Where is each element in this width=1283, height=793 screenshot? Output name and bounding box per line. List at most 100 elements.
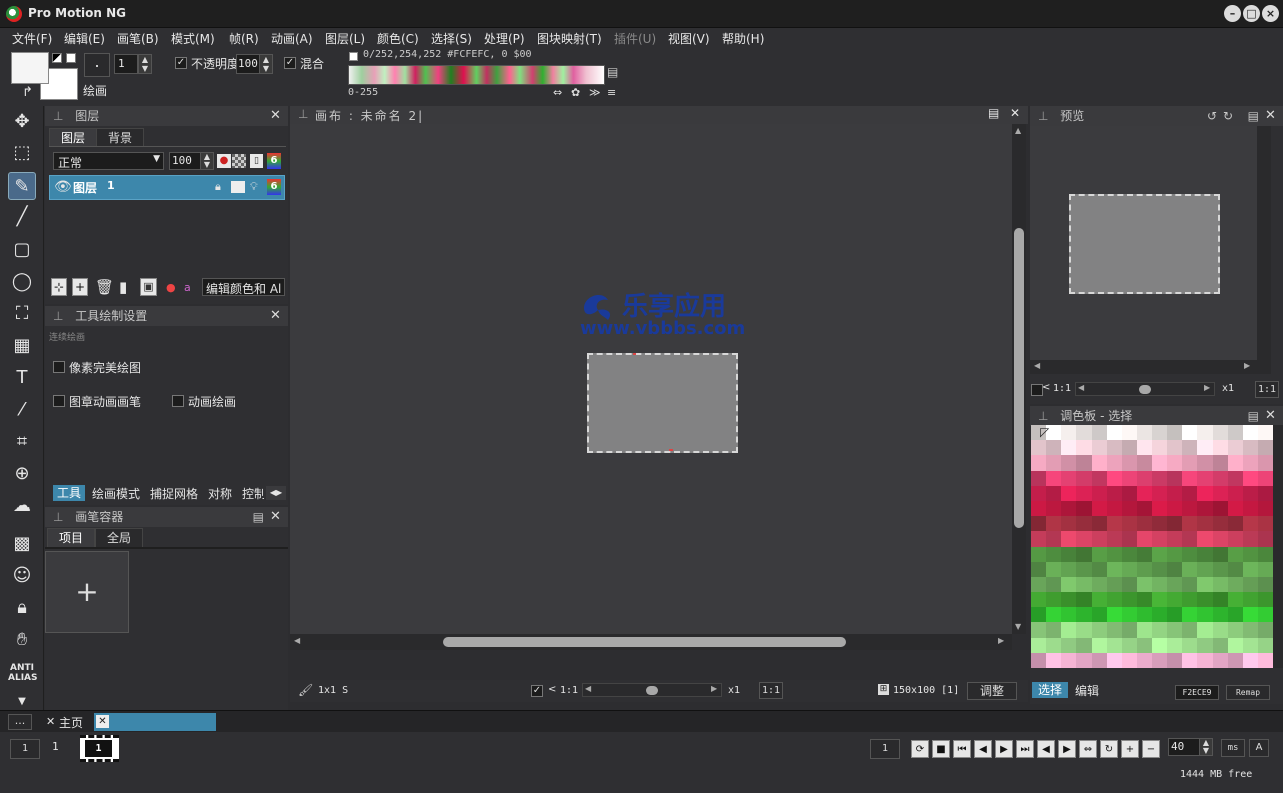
- palette-swatch[interactable]: [1167, 622, 1183, 638]
- palette-swatch[interactable]: [1136, 455, 1152, 471]
- panel-menu-icon[interactable]: ▤: [253, 507, 264, 527]
- menu-layer[interactable]: 图层(L): [325, 30, 365, 47]
- palette-swatch[interactable]: [1121, 531, 1137, 547]
- palette-swatch[interactable]: [1227, 455, 1243, 471]
- preview-zoom-slider[interactable]: ◀ ▶: [1075, 382, 1215, 396]
- pin-icon[interactable]: ⊥: [298, 107, 308, 121]
- palette-swatch[interactable]: [1212, 592, 1228, 608]
- palette-swatch[interactable]: [1257, 485, 1273, 501]
- start-frame-button[interactable]: 1: [10, 739, 40, 759]
- palette-swatch[interactable]: [1061, 516, 1077, 532]
- palette-swatch[interactable]: [1257, 440, 1273, 456]
- palette-swatch[interactable]: [1182, 546, 1198, 562]
- palette-swatch[interactable]: [1076, 531, 1092, 547]
- palette-swatch[interactable]: [1182, 652, 1198, 668]
- palette-swatch[interactable]: [1136, 425, 1152, 441]
- palette-swatch[interactable]: [1076, 576, 1092, 593]
- layer-opacity-spinner[interactable]: ▲ ▼: [200, 152, 214, 170]
- palette-swatch[interactable]: [1197, 546, 1213, 562]
- frame-thumbnail[interactable]: 1: [80, 735, 119, 762]
- palette-swatch[interactable]: [1121, 637, 1137, 653]
- palette-swatch[interactable]: [1212, 622, 1228, 638]
- maximize-icon[interactable]: □: [1243, 5, 1260, 22]
- palette-swatch[interactable]: [1091, 500, 1107, 517]
- palette-swatch[interactable]: [1152, 622, 1168, 638]
- palette-swatch[interactable]: [1121, 607, 1137, 623]
- palette-swatch[interactable]: [1197, 455, 1213, 471]
- palette-swatch[interactable]: [1212, 470, 1228, 486]
- menu-tilemap[interactable]: 图块映射(T): [537, 30, 602, 47]
- palette-swatch[interactable]: [1257, 652, 1273, 668]
- palette-swatch[interactable]: [1242, 470, 1258, 486]
- menu-view[interactable]: 视图(V): [668, 30, 710, 47]
- opacity-input[interactable]: 100: [236, 54, 260, 74]
- palette-swatch[interactable]: [1242, 561, 1258, 577]
- palette-swatch[interactable]: [1136, 531, 1152, 547]
- palette-swatch[interactable]: [1136, 622, 1152, 638]
- layer-opacity-input[interactable]: 100: [169, 152, 201, 170]
- palette-swatch[interactable]: [1091, 576, 1107, 593]
- palette-swatch[interactable]: [1227, 561, 1243, 577]
- opaque-checkbox[interactable]: ✓: [175, 57, 187, 69]
- frame-delay-spinner[interactable]: ▲ ▼: [1199, 738, 1213, 756]
- ping-pong-icon[interactable]: ⇔: [1079, 740, 1097, 758]
- loop-icon[interactable]: ⟳: [911, 740, 929, 758]
- palette-swatch[interactable]: [1257, 470, 1273, 486]
- palette-scrollbar[interactable]: [1273, 425, 1283, 668]
- palette-swatch[interactable]: [1242, 531, 1258, 547]
- palette-swatch[interactable]: [1091, 470, 1107, 486]
- palette-swatch[interactable]: [1182, 531, 1198, 547]
- palette-swatch[interactable]: [1046, 485, 1062, 501]
- palette-swatch[interactable]: [1167, 546, 1183, 562]
- palette-swatch[interactable]: [1212, 531, 1228, 547]
- palette-swatch[interactable]: [1152, 531, 1168, 547]
- layer-row[interactable]: 👁︎ 图层 1 🔒︎ 💡︎ 6: [49, 175, 285, 200]
- fill-tool-icon[interactable]: ⛶: [8, 300, 36, 328]
- palette-swatch[interactable]: [1182, 470, 1198, 486]
- palette-swatch[interactable]: [1091, 440, 1107, 456]
- palette-swatch[interactable]: [1106, 455, 1122, 471]
- palette-swatch[interactable]: [1257, 500, 1273, 517]
- rgb-icon[interactable]: ●: [166, 281, 176, 294]
- pixel-perfect-checkbox[interactable]: [53, 361, 65, 373]
- palette-swatch[interactable]: [1046, 500, 1062, 517]
- adjust-button[interactable]: 调整: [967, 682, 1017, 700]
- palette-swatch[interactable]: [1227, 607, 1243, 623]
- palette-swatch[interactable]: [1046, 516, 1062, 532]
- palette-swatch[interactable]: [1076, 637, 1092, 653]
- preview-menu-icon[interactable]: ▤: [1248, 106, 1259, 126]
- palette-swatch[interactable]: [1242, 592, 1258, 608]
- palette-swatch[interactable]: [1197, 622, 1213, 638]
- palette-swatch[interactable]: [1106, 622, 1122, 638]
- palette-swatch[interactable]: [1136, 516, 1152, 532]
- palette-swatch[interactable]: [1106, 440, 1122, 456]
- palette-swatch[interactable]: [1031, 531, 1047, 547]
- rectangle-tool-icon[interactable]: ▢: [8, 236, 36, 264]
- palette-swatch[interactable]: [1106, 531, 1122, 547]
- brush-size-input[interactable]: 1: [114, 54, 138, 74]
- palette-swatch[interactable]: [1242, 516, 1258, 532]
- palette-swatch[interactable]: [1061, 576, 1077, 593]
- stop-icon[interactable]: ■: [932, 740, 950, 758]
- palette-swatch[interactable]: [1152, 561, 1168, 577]
- palette-swatch[interactable]: [1227, 470, 1243, 486]
- canvas-hscroll-thumb[interactable]: [443, 637, 846, 647]
- palette-tab-select[interactable]: 选择: [1032, 682, 1069, 698]
- palette-swatch[interactable]: [1212, 546, 1228, 562]
- palette-swatch[interactable]: [1061, 425, 1077, 441]
- palette-swatch[interactable]: [1167, 440, 1183, 456]
- palette-swatch[interactable]: [1182, 425, 1198, 441]
- palette-swatch[interactable]: [1152, 516, 1168, 532]
- palette-swatch[interactable]: [1136, 607, 1152, 623]
- palette-swatch[interactable]: [1091, 455, 1107, 471]
- palette-swatch[interactable]: [1197, 592, 1213, 608]
- palette-swatch[interactable]: [1257, 455, 1273, 471]
- menu-file[interactable]: 文件(F): [12, 30, 52, 47]
- add-frame-icon[interactable]: +: [1121, 740, 1139, 758]
- menu-brush[interactable]: 画笔(B): [117, 30, 159, 47]
- palette-swatch[interactable]: [1257, 607, 1273, 623]
- palette-swatch[interactable]: [1076, 516, 1092, 532]
- palette-swatch[interactable]: [1242, 607, 1258, 623]
- palette-swatch[interactable]: [1091, 531, 1107, 547]
- palette-swatch[interactable]: [1076, 546, 1092, 562]
